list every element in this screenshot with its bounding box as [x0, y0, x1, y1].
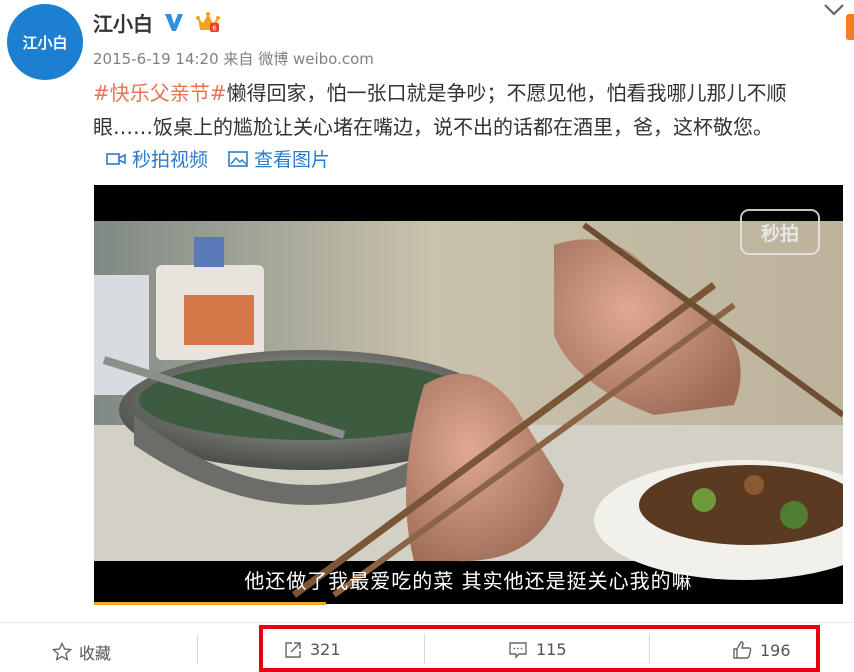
avatar[interactable]: 江小白 [7, 4, 83, 80]
post-source[interactable]: 微博 weibo.com [258, 50, 374, 68]
post-date[interactable]: 2015-6-19 14:20 [93, 50, 219, 68]
chevron-down-icon[interactable] [822, 2, 846, 18]
video-watermark: 秒拍 [740, 209, 820, 255]
svg-text:6: 6 [212, 25, 217, 33]
star-icon [52, 642, 72, 662]
media-links: 秒拍视频 查看图片 [106, 145, 330, 172]
video-subtitle: 他还做了我最爱吃的菜 其实他还是挺关心我的嘛 [244, 569, 693, 593]
image-link-label: 查看图片 [254, 149, 331, 171]
action-divider [197, 634, 198, 664]
avatar-text: 江小白 [22, 33, 68, 52]
username[interactable]: 江小白 [93, 8, 153, 37]
video-frame-image [94, 185, 843, 604]
favorite-button[interactable]: 收藏 [52, 640, 111, 664]
picture-icon [228, 150, 248, 167]
crown-icon[interactable]: 6 [195, 10, 221, 34]
action-bar-border [0, 622, 854, 623]
highlight-box [259, 625, 820, 672]
image-link[interactable]: 查看图片 [228, 145, 330, 172]
side-panel-edge [846, 14, 854, 40]
verified-v-icon [165, 14, 183, 31]
favorite-label: 收藏 [79, 644, 112, 663]
post-meta: 2015-6-19 14:20 来自 微博 weibo.com [93, 48, 374, 69]
video-link[interactable]: 秒拍视频 [106, 145, 208, 172]
video-player[interactable]: 秒拍 他还做了我最爱吃的菜 其实他还是挺关心我的嘛 [94, 185, 843, 604]
video-link-label: 秒拍视频 [132, 149, 209, 171]
video-progress-bar[interactable] [94, 602, 326, 605]
video-camera-icon [106, 152, 126, 165]
post-text: #快乐父亲节#懒得回家，怕一张口就是争吵；不愿见他，怕看我哪儿那儿不顺眼……饭桌… [93, 76, 823, 144]
hashtag-link[interactable]: #快乐父亲节# [93, 81, 227, 105]
source-prefix: 来自 [223, 50, 254, 68]
